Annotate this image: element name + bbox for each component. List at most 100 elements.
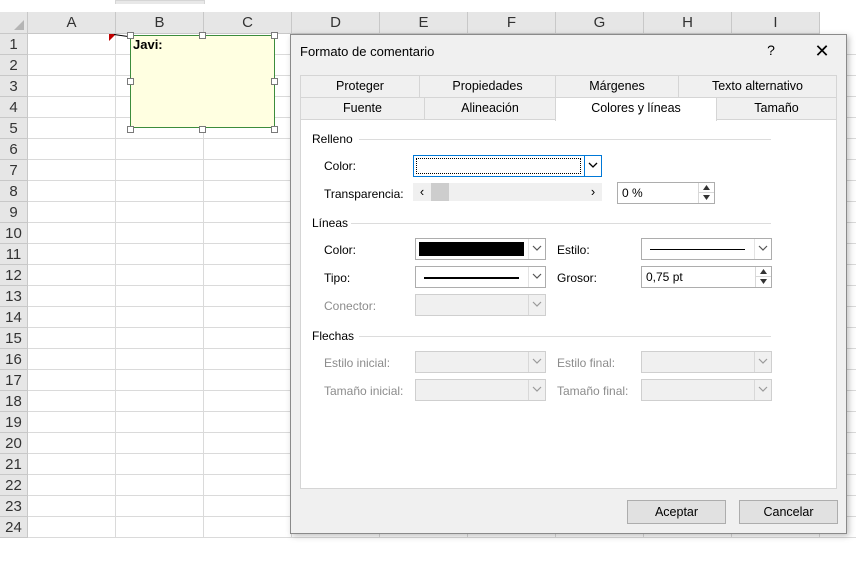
row-header-7[interactable]: 7 [0,160,28,181]
group-rule [359,336,771,337]
tab-tamano[interactable]: Tamaño [716,97,837,119]
cancel-button[interactable]: Cancelar [739,500,838,524]
fill-color-dropdown[interactable] [413,155,602,177]
chevron-down-icon[interactable] [528,239,545,259]
transparency-spinner[interactable]: 0 % [617,182,715,204]
row-header-6[interactable]: 6 [0,139,28,160]
line-sample [650,249,745,250]
group-flechas: Flechas [312,329,355,343]
column-header-e[interactable]: E [380,12,468,34]
slider-thumb[interactable] [431,183,449,201]
resize-handle-nw[interactable] [127,32,134,39]
row-header-5[interactable]: 5 [0,118,28,139]
dialog-title: Formato de comentario [300,44,435,59]
row-header-3[interactable]: 3 [0,76,28,97]
spin-up-icon[interactable] [756,267,771,277]
row-header-2[interactable]: 2 [0,55,28,76]
scroll-right-icon[interactable]: › [584,183,602,201]
line-style-label: Estilo: [557,243,590,257]
row-header-18[interactable]: 18 [0,391,28,412]
chevron-down-icon [528,352,545,372]
line-sample [424,277,519,279]
line-type-label: Tipo: [324,271,351,285]
group-lineas: Líneas [312,216,349,230]
row-header-16[interactable]: 16 [0,349,28,370]
chevron-down-icon[interactable] [584,156,601,176]
group-relleno: Relleno [312,132,353,146]
row-header-24[interactable]: 24 [0,517,28,538]
spin-down-icon[interactable] [756,277,771,287]
help-icon[interactable]: ? [764,42,778,58]
line-weight-label: Grosor: [557,271,598,285]
chevron-down-icon [528,380,545,400]
column-header-c[interactable]: C [204,12,292,34]
chevron-down-icon [754,352,771,372]
resize-handle-sw[interactable] [127,126,134,133]
start-style-label: Estilo inicial: [324,356,391,370]
column-header-a[interactable]: A [28,12,116,34]
comment-box[interactable]: Javi: [130,35,275,128]
column-header-h[interactable]: H [644,12,732,34]
line-type-dropdown[interactable] [415,266,546,288]
line-color-dropdown[interactable] [415,238,546,260]
tab-row-back: Proteger Propiedades Márgenes Texto alte… [300,75,837,97]
row-header-1[interactable]: 1 [0,34,28,55]
resize-handle-e[interactable] [271,78,278,85]
resize-handle-w[interactable] [127,78,134,85]
row-header-12[interactable]: 12 [0,265,28,286]
row-header-11[interactable]: 11 [0,244,28,265]
resize-handle-se[interactable] [271,126,278,133]
row-header-20[interactable]: 20 [0,433,28,454]
column-header-d[interactable]: D [292,12,380,34]
row-header-8[interactable]: 8 [0,181,28,202]
chevron-down-icon[interactable] [754,239,771,259]
row-header-15[interactable]: 15 [0,328,28,349]
tab-alineacion[interactable]: Alineación [424,97,556,119]
row-header-17[interactable]: 17 [0,370,28,391]
tab-texto-alternativo[interactable]: Texto alternativo [678,75,837,97]
select-all-corner[interactable] [0,12,28,34]
column-header-g[interactable]: G [556,12,644,34]
row-header-21[interactable]: 21 [0,454,28,475]
row-header-4[interactable]: 4 [0,97,28,118]
resize-handle-ne[interactable] [271,32,278,39]
line-weight-spinner[interactable]: 0,75 pt [641,266,772,288]
row-header-14[interactable]: 14 [0,307,28,328]
resize-handle-s[interactable] [199,126,206,133]
tab-row-front: Fuente Alineación Colores y líneas Tamañ… [300,97,837,121]
transparency-label: Transparencia: [324,187,404,201]
ok-button[interactable]: Aceptar [627,500,726,524]
end-size-label: Tamaño final: [557,384,629,398]
row-header-9[interactable]: 9 [0,202,28,223]
spin-down-icon[interactable] [699,193,714,203]
column-header-f[interactable]: F [468,12,556,34]
scroll-left-icon[interactable]: ‹ [413,183,431,201]
column-header-b[interactable]: B [116,12,204,34]
chevron-down-icon[interactable] [528,267,545,287]
row-header-10[interactable]: 10 [0,223,28,244]
fill-color-label: Color: [324,159,357,173]
row-header-22[interactable]: 22 [0,475,28,496]
tab-margenes[interactable]: Márgenes [555,75,679,97]
group-rule [351,223,771,224]
close-icon[interactable]: ✕ [812,41,832,61]
resize-handle-n[interactable] [199,32,206,39]
group-rule [359,139,771,140]
line-color-label: Color: [324,243,357,257]
tab-fuente[interactable]: Fuente [300,97,425,119]
row-header-19[interactable]: 19 [0,412,28,433]
line-style-dropdown[interactable] [641,238,772,260]
column-header-i[interactable]: I [732,12,820,34]
row-header-13[interactable]: 13 [0,286,28,307]
tab-proteger[interactable]: Proteger [300,75,420,97]
column-headers: ABCDEFGHI [28,12,856,34]
tab-propiedades[interactable]: Propiedades [419,75,556,97]
transparency-slider[interactable]: ‹ › [413,183,602,201]
spin-up-icon[interactable] [699,183,714,193]
tab-colores-y-lineas[interactable]: Colores y líneas [555,97,717,121]
format-comment-dialog: Formato de comentario ? ✕ Proteger Propi… [290,34,847,534]
grid-vline [115,34,116,538]
top-strip [0,0,856,12]
row-header-23[interactable]: 23 [0,496,28,517]
start-size-label: Tamaño inicial: [324,384,404,398]
